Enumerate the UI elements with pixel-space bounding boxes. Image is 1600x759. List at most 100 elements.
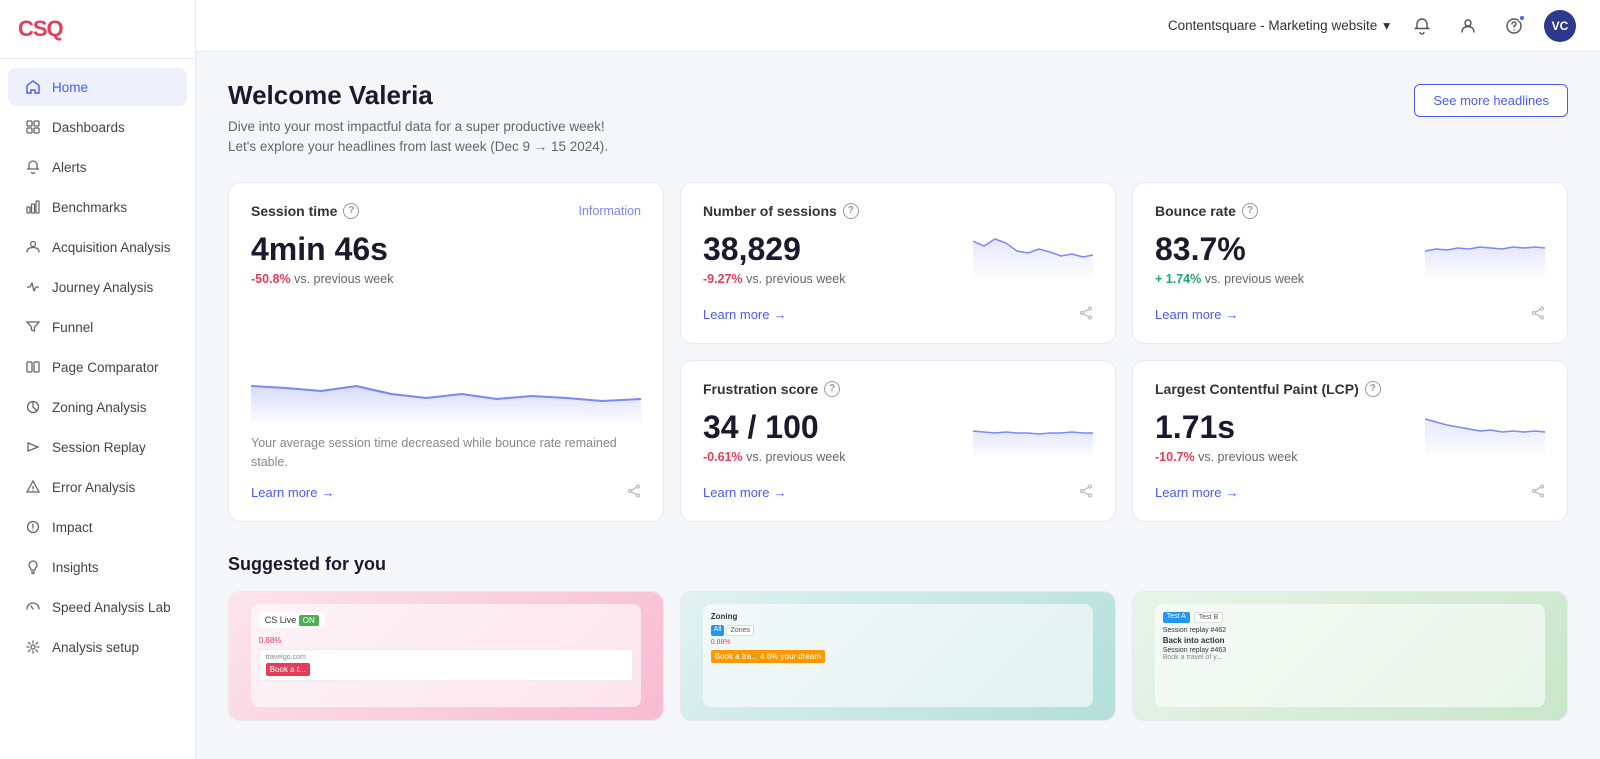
- notifications-button[interactable]: [1406, 10, 1438, 42]
- metric-change: -50.8% vs. previous week: [251, 272, 641, 286]
- share-icon[interactable]: [1531, 484, 1545, 501]
- suggested-card-2[interactable]: Zoning All Zones 0.88% Book a tra... 4.8…: [680, 591, 1116, 721]
- change-suffix: vs. previous week: [746, 450, 845, 464]
- insights-icon: [24, 558, 42, 576]
- info-icon[interactable]: ?: [1242, 203, 1258, 219]
- sidebar-item-label: Analysis setup: [52, 640, 139, 655]
- user-avatar[interactable]: VC: [1544, 10, 1576, 42]
- share-icon[interactable]: [1079, 484, 1093, 501]
- suggested-card-1[interactable]: CS Live ON 0.88% travelgo.com Book a t..…: [228, 591, 664, 721]
- arrow-icon: →: [773, 485, 786, 500]
- metric-value: 38,829: [703, 231, 845, 268]
- metric-card-session-time: Session time ? Information 4min 46s -50.…: [228, 182, 664, 522]
- journey-icon: [24, 278, 42, 296]
- metric-card-lcp: Largest Contentful Paint (LCP) ? 1.71s -…: [1132, 360, 1568, 522]
- learn-more-link[interactable]: Learn more →: [703, 307, 786, 322]
- sidebar-item-dashboards[interactable]: Dashboards: [8, 108, 187, 146]
- change-value: -0.61%: [703, 450, 743, 464]
- metric-change: -0.61% vs. previous week: [703, 450, 845, 464]
- metric-footer: Learn more →: [1155, 306, 1545, 323]
- sidebar-item-speed-lab[interactable]: Speed Analysis Lab: [8, 588, 187, 626]
- replay-icon: [24, 438, 42, 456]
- main-wrapper: Contentsquare - Marketing website ▾ VC W…: [196, 0, 1600, 759]
- topbar-icons: VC: [1406, 10, 1576, 42]
- sidebar-item-label: Journey Analysis: [52, 280, 153, 295]
- metric-header: Number of sessions ?: [703, 203, 1093, 219]
- metric-header: Largest Contentful Paint (LCP) ?: [1155, 381, 1545, 397]
- metric-footer: Learn more →: [703, 484, 1093, 501]
- help-button[interactable]: [1498, 10, 1530, 42]
- sidebar-item-label: Home: [52, 80, 88, 95]
- zoning-icon: [24, 398, 42, 416]
- sidebar: CSQ Home Dashboards Alerts Benchmarks Ac…: [0, 0, 196, 759]
- sidebar-item-label: Dashboards: [52, 120, 125, 135]
- metric-change: + 1.74% vs. previous week: [1155, 272, 1304, 286]
- sidebar-item-benchmarks[interactable]: Benchmarks: [8, 188, 187, 226]
- speed-icon: [24, 598, 42, 616]
- suggested-card-3[interactable]: Test A Test B Session replay #462 Back i…: [1132, 591, 1568, 721]
- metric-header: Frustration score ?: [703, 381, 1093, 397]
- learn-more-link[interactable]: Learn more →: [251, 485, 334, 500]
- welcome-section: Welcome Valeria Dive into your most impa…: [228, 80, 1568, 158]
- arrow-icon: →: [321, 485, 334, 500]
- sidebar-item-zoning[interactable]: Zoning Analysis: [8, 388, 187, 426]
- sidebar-item-label: Insights: [52, 560, 99, 575]
- metric-footer: Learn more →: [703, 306, 1093, 323]
- arrow-icon: →: [773, 307, 786, 322]
- learn-more-link[interactable]: Learn more →: [1155, 307, 1238, 322]
- learn-more-link[interactable]: Learn more →: [703, 485, 786, 500]
- suggested-preview-3: Test A Test B Session replay #462 Back i…: [1133, 592, 1567, 720]
- welcome-subtitle: Dive into your most impactful data for a…: [228, 117, 608, 158]
- sidebar-item-page-comparator[interactable]: Page Comparator: [8, 348, 187, 386]
- sidebar-item-acquisition[interactable]: Acquisition Analysis: [8, 228, 187, 266]
- notification-dot: [1518, 14, 1526, 22]
- sidebar-item-funnel[interactable]: Funnel: [8, 308, 187, 346]
- info-icon[interactable]: ?: [343, 203, 359, 219]
- metric-footer: Learn more →: [1155, 484, 1545, 501]
- error-icon: [24, 478, 42, 496]
- information-link[interactable]: Information: [578, 204, 641, 218]
- sidebar-item-label: Alerts: [52, 160, 87, 175]
- users-button[interactable]: [1452, 10, 1484, 42]
- change-suffix: vs. previous week: [1198, 450, 1297, 464]
- sidebar-item-impact[interactable]: Impact: [8, 508, 187, 546]
- sidebar-item-label: Zoning Analysis: [52, 400, 147, 415]
- metric-title: Number of sessions ?: [703, 203, 859, 219]
- metric-value: 34 / 100: [703, 409, 845, 446]
- sidebar-item-home[interactable]: Home: [8, 68, 187, 106]
- share-icon[interactable]: [1531, 306, 1545, 323]
- metric-title: Largest Contentful Paint (LCP) ?: [1155, 381, 1381, 397]
- metric-card-bounce-rate: Bounce rate ? 83.7% + 1.74% vs. previous…: [1132, 182, 1568, 344]
- sidebar-item-error-analysis[interactable]: Error Analysis: [8, 468, 187, 506]
- topbar: Contentsquare - Marketing website ▾ VC: [196, 0, 1600, 52]
- sidebar-item-label: Error Analysis: [52, 480, 135, 495]
- sidebar-item-label: Funnel: [52, 320, 93, 335]
- metric-value: 83.7%: [1155, 231, 1304, 268]
- sidebar-item-insights[interactable]: Insights: [8, 548, 187, 586]
- home-icon: [24, 78, 42, 96]
- info-icon[interactable]: ?: [1365, 381, 1381, 397]
- metric-change: -10.7% vs. previous week: [1155, 450, 1297, 464]
- sidebar-item-alerts[interactable]: Alerts: [8, 148, 187, 186]
- acquisition-icon: [24, 238, 42, 256]
- metric-title: Frustration score ?: [703, 381, 840, 397]
- share-icon[interactable]: [1079, 306, 1093, 323]
- sidebar-item-session-replay[interactable]: Session Replay: [8, 428, 187, 466]
- metric-card-num-sessions: Number of sessions ? 38,829 -9.27% vs. p…: [680, 182, 1116, 344]
- sidebar-item-label: Page Comparator: [52, 360, 159, 375]
- main-content: Welcome Valeria Dive into your most impa…: [196, 52, 1600, 759]
- share-icon[interactable]: [627, 484, 641, 501]
- info-icon[interactable]: ?: [843, 203, 859, 219]
- suggested-section: Suggested for you CS Live ON 0.88% trave…: [228, 554, 1568, 721]
- workspace-selector[interactable]: Contentsquare - Marketing website ▾: [1168, 18, 1390, 34]
- change-suffix: vs. previous week: [746, 272, 845, 286]
- sidebar-item-analysis-setup[interactable]: Analysis setup: [8, 628, 187, 666]
- info-icon[interactable]: ?: [824, 381, 840, 397]
- impact-icon: [24, 518, 42, 536]
- see-more-headlines-button[interactable]: See more headlines: [1414, 84, 1568, 117]
- metric-footer: Learn more →: [251, 484, 641, 501]
- welcome-title: Welcome Valeria: [228, 80, 608, 111]
- learn-more-link[interactable]: Learn more →: [1155, 485, 1238, 500]
- logo-text: CSQ: [18, 16, 63, 41]
- sidebar-item-journey[interactable]: Journey Analysis: [8, 268, 187, 306]
